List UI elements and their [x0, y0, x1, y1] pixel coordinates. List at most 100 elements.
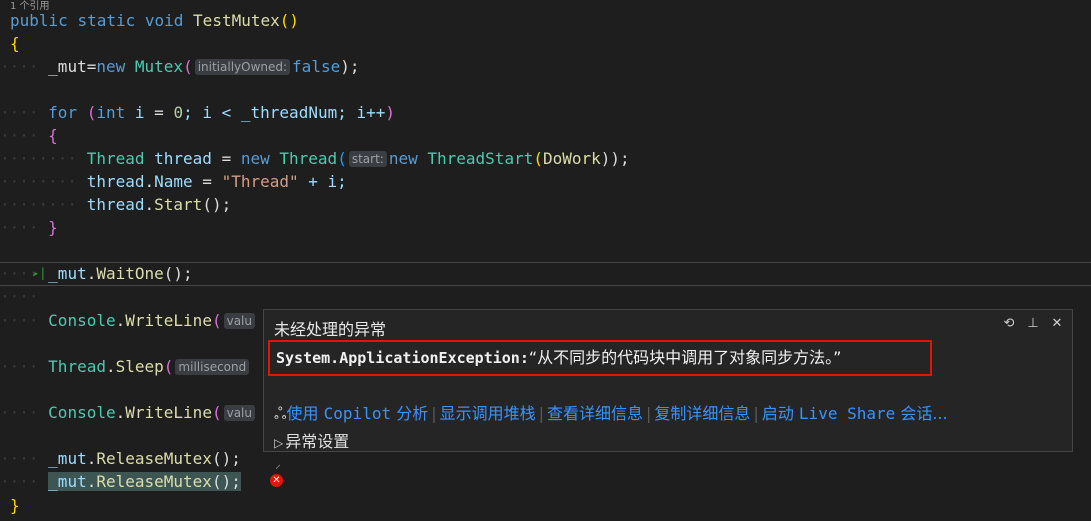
open-paren: ( [533, 149, 543, 168]
dot: . [105, 357, 116, 376]
type-threadstart: ThreadStart [427, 149, 534, 168]
type-thread: Thread [86, 149, 145, 168]
close-brace: } [10, 496, 20, 515]
exception-settings-toggle[interactable]: ▷ 异常设置 [274, 428, 349, 452]
start-live-share-link[interactable]: 启动 Live Share 会话... [762, 404, 948, 423]
kw-int: int [96, 103, 126, 122]
for-close-paren: ) [385, 103, 396, 122]
exception-message-box: System.ApplicationException:“从不同步的代码块中调用… [268, 340, 932, 376]
copilot-name: Copilot [323, 404, 392, 423]
kw-for: for [48, 103, 78, 122]
exception-popup: 未经处理的异常 ⟲ ⊥ ✕ System.ApplicationExceptio… [263, 309, 1073, 452]
exception-actions: ஃ使用 Copilot 分析 | 显示调用堆栈 | 查看详细信息 | 复制详细信息 | 启动 L… [274, 400, 948, 425]
string-literal: "Thread" [221, 172, 299, 191]
view-details-link[interactable]: 查看详细信息 [547, 404, 643, 423]
call-parens: (); [211, 449, 241, 468]
kw-new: new [388, 149, 418, 168]
copilot-analyze-link[interactable]: ஃ使用 Copilot 分析 [274, 404, 428, 423]
kw-void: void [144, 11, 184, 30]
dot: . [86, 449, 97, 468]
code-line-for: ···· for (int i = 0; i < _threadNum; i++… [0, 103, 396, 122]
separator: | [431, 404, 437, 423]
dowork-ref: DoWork [542, 149, 601, 168]
open-paren: ( [163, 357, 174, 376]
mut-var: _mut [48, 472, 87, 491]
open-paren: ( [183, 57, 193, 76]
mut-var: _mut [48, 57, 87, 76]
type-console: Console [48, 311, 116, 330]
show-call-stack-link[interactable]: 显示调用堆栈 [440, 404, 536, 423]
waitone-method: WaitOne [96, 264, 164, 283]
param-hint-milliseconds: millisecond [175, 359, 250, 375]
writeline-method: WriteLine [125, 403, 212, 422]
copy-details-link[interactable]: 复制详细信息 [654, 404, 750, 423]
thread-var: thread [86, 172, 145, 191]
param-hint-start: start: [348, 151, 387, 167]
writeline-method: WriteLine [125, 311, 212, 330]
live-share-prefix: 启动 [761, 404, 794, 423]
exception-statement-highlight: _mut.ReleaseMutex(); [48, 472, 241, 491]
popup-toolbar: ⟲ ⊥ ✕ [1002, 316, 1064, 331]
method-name: TestMutex [193, 11, 280, 30]
kw-public: public [10, 11, 68, 30]
pin-icon[interactable]: ⊥ [1026, 316, 1040, 331]
code-line-for-open: ···· { [0, 126, 58, 145]
code-line-thread-name: ········ thread.Name = "Thread" + i; [0, 172, 347, 191]
for-open-paren: ( [86, 103, 97, 122]
releasemutex-method: ReleaseMutex [96, 472, 212, 491]
method-parens: () [279, 11, 300, 30]
type-console: Console [48, 403, 116, 422]
expand-caret-icon: ▷ [274, 436, 284, 450]
code-line-close-brace: } [0, 494, 1091, 517]
copilot-icon: ஃ [274, 404, 287, 423]
separator: | [646, 404, 652, 423]
open-paren: ( [337, 149, 347, 168]
close-paren: ); [340, 57, 360, 76]
code-line-for-close: ···· } [0, 218, 58, 237]
param-hint-value: valu [223, 405, 255, 421]
loop-var: i [134, 103, 145, 122]
close-parens: )); [600, 149, 630, 168]
for-open-brace: { [48, 126, 58, 145]
dot: . [115, 311, 126, 330]
call-parens: (); [163, 264, 193, 283]
dot: . [115, 403, 126, 422]
type-thread: Thread [279, 149, 338, 168]
num-zero: 0 [173, 103, 184, 122]
exception-type: System.ApplicationException: [276, 349, 529, 367]
kw-new: new [96, 57, 126, 76]
start-method: Start [154, 195, 203, 214]
copilot-suffix: 分析 [396, 404, 429, 423]
exception-message: “从不同步的代码块中调用了对象同步方法。” [528, 348, 842, 367]
dot: . [86, 264, 97, 283]
kw-new: new [240, 149, 270, 168]
separator: | [538, 404, 544, 423]
thread-var: thread [86, 195, 145, 214]
exception-settings-label: 异常设置 [285, 432, 350, 451]
code-line-thread-start: ········ thread.Start(); [0, 195, 232, 214]
live-share-name: Live Share [798, 404, 896, 423]
close-icon[interactable]: ✕ [1050, 316, 1064, 331]
name-prop: Name [154, 172, 193, 191]
restore-icon[interactable]: ⟲ [1002, 316, 1016, 331]
arg-false: false [292, 57, 341, 76]
concat-expr: + i; [298, 172, 347, 191]
assign-op: = [192, 172, 222, 191]
popup-pointer: ⸝ [275, 457, 282, 471]
separator: | [753, 404, 759, 423]
type-thread: Thread [48, 357, 106, 376]
param-hint-value: valu [223, 313, 255, 329]
dot: . [144, 172, 155, 191]
kw-static: static [77, 11, 136, 30]
error-icon: ✕ [270, 474, 283, 487]
assign-op: = [211, 149, 241, 168]
dot: . [86, 472, 97, 491]
param-hint-initially-owned: initiallyOwned: [194, 59, 291, 75]
open-paren: ( [211, 311, 222, 330]
copilot-prefix: 使用 [286, 404, 319, 423]
for-close-brace: } [48, 218, 58, 237]
releasemutex-method: ReleaseMutex [96, 449, 212, 468]
assign-op: = [144, 103, 174, 122]
popup-title: 未经处理的异常 [274, 320, 387, 339]
assign-op: = [86, 57, 97, 76]
